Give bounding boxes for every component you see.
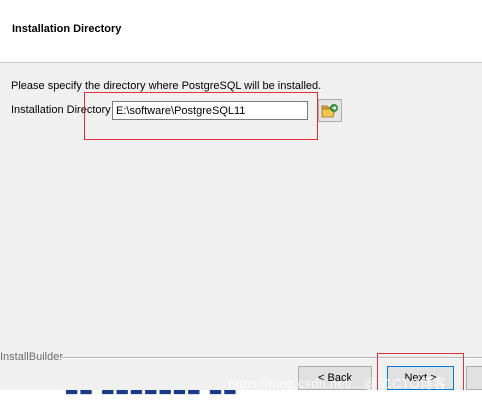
footer-divider [60, 357, 482, 359]
instruction-text: Please specify the directory where Postg… [11, 80, 322, 92]
page-header: Installation Directory [0, 0, 482, 63]
browse-folder-button[interactable] [318, 99, 342, 122]
installation-directory-label: Installation Directory [11, 104, 111, 116]
cancel-button[interactable] [466, 366, 482, 390]
installation-directory-input[interactable] [112, 101, 308, 120]
installbuilder-brand: InstallBuilder [0, 351, 63, 363]
page-title: Installation Directory [12, 23, 122, 35]
background-window-strip: ▀▀ ▀▀▀▀▀▀▀ ▀▀ [0, 390, 482, 401]
background-window-text: ▀▀ ▀▀▀▀▀▀▀ ▀▀ [66, 390, 239, 401]
folder-open-icon [321, 103, 338, 117]
